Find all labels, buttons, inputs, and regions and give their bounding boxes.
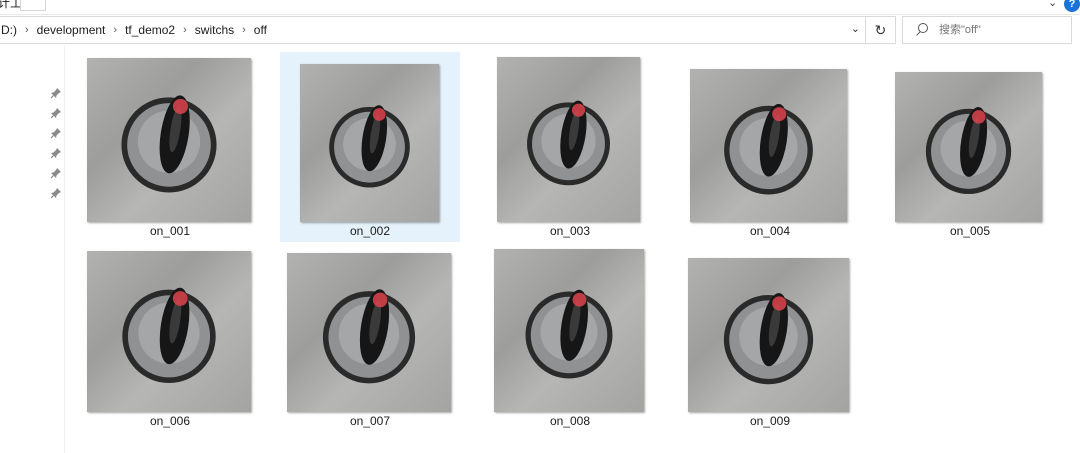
file-thumbnail[interactable] bbox=[690, 69, 847, 222]
chevron-right-icon[interactable]: › bbox=[179, 24, 191, 36]
file-item[interactable]: on_004 bbox=[680, 52, 860, 242]
file-item[interactable]: on_005 bbox=[880, 52, 1060, 242]
file-thumbnail[interactable] bbox=[494, 249, 644, 412]
file-item[interactable]: on_009 bbox=[680, 242, 860, 432]
file-item[interactable]: on_002 bbox=[280, 52, 460, 242]
file-name[interactable]: on_008 bbox=[480, 414, 660, 428]
search-icon bbox=[915, 23, 929, 37]
pin-icon[interactable] bbox=[50, 86, 62, 99]
breadcrumb-off[interactable]: off bbox=[250, 23, 271, 37]
search-input[interactable] bbox=[937, 23, 1061, 37]
file-name[interactable]: on_009 bbox=[680, 414, 860, 428]
file-thumbnail[interactable] bbox=[87, 58, 251, 222]
file-item[interactable]: on_008 bbox=[480, 242, 660, 432]
ribbon-tab-frame bbox=[20, 0, 46, 11]
file-thumbnail[interactable] bbox=[688, 258, 849, 412]
question-icon[interactable]: ? bbox=[1064, 0, 1080, 12]
navigation-pane bbox=[0, 46, 65, 453]
file-name[interactable]: on_007 bbox=[280, 414, 460, 428]
chevron-down-icon[interactable]: ⌄ bbox=[851, 22, 860, 35]
file-name[interactable]: on_001 bbox=[80, 224, 260, 238]
file-thumbnail[interactable] bbox=[300, 64, 439, 222]
ribbon-collapse-chevron-icon[interactable]: ⌄ bbox=[1048, 0, 1057, 9]
file-name[interactable]: on_006 bbox=[80, 414, 260, 428]
file-name[interactable]: on_002 bbox=[280, 224, 460, 238]
file-thumbnail[interactable] bbox=[895, 72, 1042, 222]
refresh-icon: ↻ bbox=[874, 22, 887, 38]
pin-icon[interactable] bbox=[50, 166, 62, 179]
chevron-right-icon[interactable]: › bbox=[21, 24, 33, 36]
file-item[interactable]: on_007 bbox=[280, 242, 460, 432]
pin-icon[interactable] bbox=[50, 146, 62, 159]
pin-icon[interactable] bbox=[50, 186, 62, 199]
file-name[interactable]: on_004 bbox=[680, 224, 860, 238]
pin-icon[interactable] bbox=[50, 126, 62, 139]
breadcrumb-tf-demo2[interactable]: tf_demo2 bbox=[121, 23, 179, 37]
file-thumbnail[interactable] bbox=[87, 251, 251, 412]
breadcrumb-development[interactable]: development bbox=[33, 23, 110, 37]
file-thumbnail[interactable] bbox=[497, 57, 640, 222]
refresh-button[interactable]: ↻ bbox=[866, 16, 896, 44]
chevron-right-icon[interactable]: › bbox=[109, 24, 121, 36]
file-thumbnail[interactable] bbox=[287, 253, 451, 412]
search-box[interactable] bbox=[902, 16, 1072, 44]
file-item[interactable]: on_003 bbox=[480, 52, 660, 242]
file-item[interactable]: on_006 bbox=[80, 242, 260, 432]
address-bar[interactable]: D:) › development › tf_demo2 › switchs ›… bbox=[0, 16, 866, 44]
breadcrumb-switchs[interactable]: switchs bbox=[191, 23, 238, 37]
pin-icon[interactable] bbox=[50, 106, 62, 119]
file-name[interactable]: on_005 bbox=[880, 224, 1060, 238]
file-item[interactable]: on_001 bbox=[80, 52, 260, 242]
file-name[interactable]: on_003 bbox=[480, 224, 660, 238]
ribbon-bar: 计工具 ⌄ ? bbox=[0, 0, 1080, 15]
breadcrumb-drive[interactable]: D:) bbox=[0, 23, 21, 37]
chevron-right-icon[interactable]: › bbox=[238, 24, 250, 36]
